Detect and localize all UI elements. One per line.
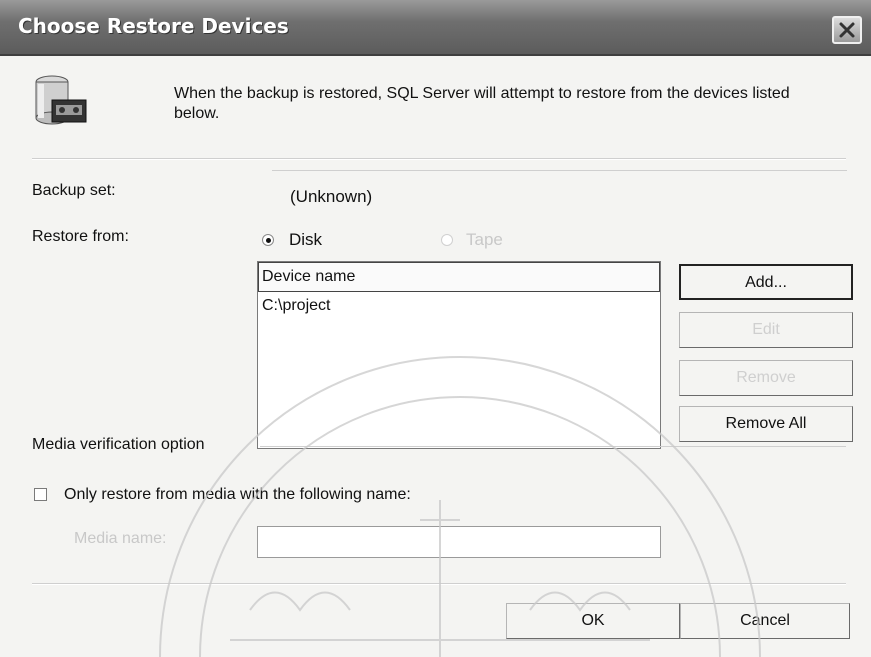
media-name-label: Media name: <box>74 530 167 547</box>
list-item[interactable]: C:\project <box>262 297 330 315</box>
media-verification-label: Media verification option <box>32 436 205 453</box>
add-button[interactable]: Add... <box>679 264 853 300</box>
backup-set-label: Backup set: <box>32 182 116 199</box>
edit-button[interactable]: Edit <box>679 312 853 348</box>
tape-radio[interactable] <box>441 234 453 246</box>
remove-button[interactable]: Remove <box>679 360 853 396</box>
restore-devices-dialog: Choose Restore Devices When the backup i… <box>0 0 871 657</box>
close-icon <box>839 22 855 38</box>
device-name-column-header[interactable]: Device name <box>258 262 660 292</box>
media-name-input[interactable] <box>257 526 661 558</box>
device-list[interactable]: Device name C:\project <box>257 261 661 449</box>
disk-radio-label[interactable]: Disk <box>289 230 322 250</box>
ok-button[interactable]: OK <box>506 603 680 639</box>
tape-radio-label[interactable]: Tape <box>466 230 503 250</box>
database-tape-icon <box>35 75 87 125</box>
close-button[interactable] <box>832 16 862 44</box>
intro-text: When the backup is restored, SQL Server … <box>174 85 790 122</box>
backup-set-value: (Unknown) <box>290 187 373 206</box>
radio-selected-dot <box>266 238 271 243</box>
header-separator <box>32 158 846 160</box>
disk-radio[interactable] <box>262 234 274 246</box>
media-name-checkbox[interactable] <box>34 488 47 501</box>
media-name-checkbox-label[interactable]: Only restore from media with the followi… <box>64 486 411 504</box>
restore-from-label: Restore from: <box>32 228 129 245</box>
footer-separator <box>32 583 846 585</box>
remove-all-button[interactable]: Remove All <box>679 406 853 442</box>
media-verification-separator <box>260 446 846 447</box>
dialog-title: Choose Restore Devices <box>18 14 289 38</box>
cancel-button[interactable]: Cancel <box>680 603 850 639</box>
title-bar[interactable]: Choose Restore Devices <box>0 0 871 56</box>
